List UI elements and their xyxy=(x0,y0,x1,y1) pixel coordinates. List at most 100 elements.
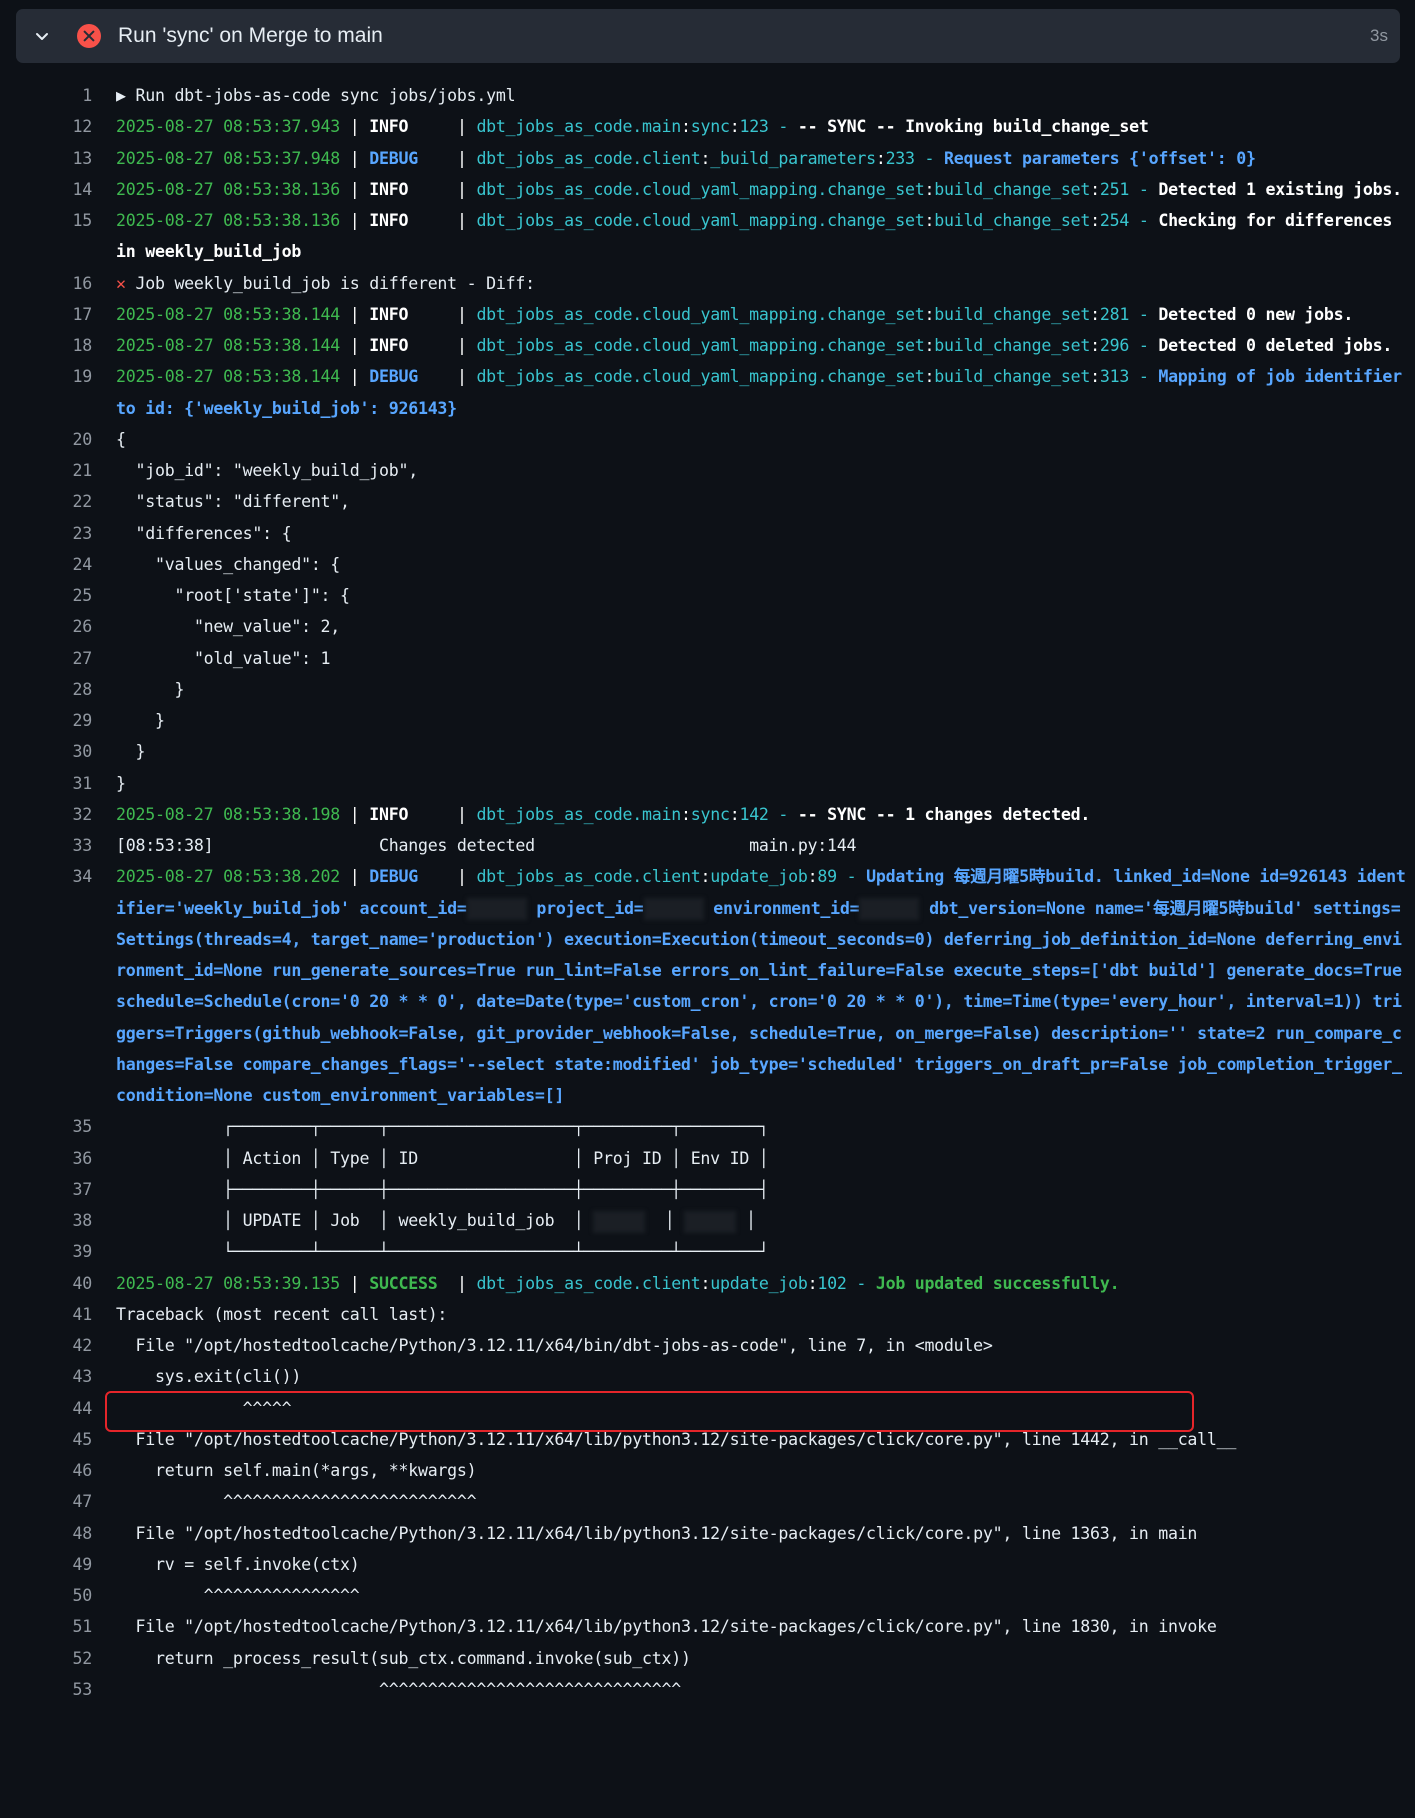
log-line-text: ^^^^^^^^^^^^^^^^^^^^^^^^^^ xyxy=(116,1486,1406,1517)
log-message: ┌────────┬──────┬───────────────────┬───… xyxy=(116,1117,769,1137)
log-level: DEBUG xyxy=(369,148,448,168)
log-separator: | xyxy=(340,117,370,137)
log-separator: | xyxy=(340,367,370,387)
chevron-down-icon[interactable] xyxy=(34,28,50,44)
log-separator: : xyxy=(700,867,711,887)
log-line: 53 ^^^^^^^^^^^^^^^^^^^^^^^^^^^^^^^ xyxy=(0,1674,1415,1705)
line-number[interactable]: 15 xyxy=(0,205,93,268)
line-number[interactable]: 37 xyxy=(0,1174,93,1205)
line-number[interactable]: 49 xyxy=(0,1549,93,1580)
log-line: 1 ▶ Run dbt-jobs-as-code sync jobs/jobs.y… xyxy=(0,80,1415,111)
log-line-text: return self.main(*args, **kwargs) xyxy=(116,1455,1406,1486)
line-number[interactable]: 1 xyxy=(0,80,92,111)
table-border: │ xyxy=(645,1211,685,1230)
line-number[interactable]: 27 xyxy=(0,643,93,674)
log-separator: | xyxy=(447,1273,477,1293)
line-number[interactable]: 38 xyxy=(0,1205,93,1236)
log-module: dbt_jobs_as_code.client xyxy=(476,1273,701,1293)
log-timestamp: 2025-08-27 08:53:38.202 xyxy=(116,867,341,887)
step-header[interactable]: Run 'sync' on Merge to main 3s xyxy=(16,9,1400,63)
log-line: 12 2025-08-27 08:53:37.943 | INFO | dbt_j… xyxy=(0,111,1415,142)
log-lineno: 89 xyxy=(817,867,837,887)
table-cell-id: weekly_build_job xyxy=(398,1211,555,1230)
log-message: "values_changed": { xyxy=(116,554,341,574)
log-timestamp: 2025-08-27 08:53:38.144 xyxy=(116,336,341,355)
line-number[interactable]: 47 xyxy=(0,1486,93,1517)
line-number[interactable]: 23 xyxy=(0,518,93,549)
line-number[interactable]: 32 xyxy=(0,799,93,830)
line-number[interactable]: 52 xyxy=(0,1643,93,1674)
line-number[interactable]: 42 xyxy=(0,1330,93,1361)
table-border: │ xyxy=(301,1211,331,1230)
redacted-value xyxy=(466,898,527,920)
line-number[interactable]: 31 xyxy=(0,768,93,799)
line-number[interactable]: 24 xyxy=(0,549,93,580)
line-number[interactable]: 53 xyxy=(0,1674,93,1705)
line-number[interactable]: 40 xyxy=(0,1268,93,1299)
line-number[interactable]: 17 xyxy=(0,299,93,330)
log-message: } xyxy=(116,679,185,699)
line-number[interactable]: 44 xyxy=(0,1393,93,1424)
line-number[interactable]: 25 xyxy=(0,580,93,611)
line-number[interactable]: 51 xyxy=(0,1611,93,1642)
line-number[interactable]: 14 xyxy=(0,174,93,205)
line-number[interactable]: 16 xyxy=(0,268,93,299)
line-number[interactable]: 19 xyxy=(0,361,93,424)
line-number[interactable]: 50 xyxy=(0,1580,93,1611)
line-number[interactable]: 20 xyxy=(0,424,93,455)
line-number[interactable]: 39 xyxy=(0,1236,93,1267)
log-line-text: } xyxy=(116,705,1406,736)
line-number[interactable]: 29 xyxy=(0,705,93,736)
line-number[interactable]: 13 xyxy=(0,143,93,174)
log-lineno: 233 xyxy=(885,148,915,168)
line-number[interactable]: 22 xyxy=(0,486,93,517)
line-number[interactable]: 28 xyxy=(0,674,93,705)
line-number[interactable]: 21 xyxy=(0,455,93,486)
line-number[interactable]: 35 xyxy=(0,1111,93,1142)
log-separator: | xyxy=(447,304,477,324)
line-number[interactable]: 46 xyxy=(0,1455,93,1486)
log-separator: | xyxy=(340,336,370,355)
log-timestamp: 2025-08-27 08:53:37.948 xyxy=(116,148,341,168)
line-number[interactable]: 34 xyxy=(0,861,93,1111)
log-message: File "/opt/hostedtoolcache/Python/3.12.1… xyxy=(116,1429,1237,1449)
log-lineno: 254 xyxy=(1099,211,1130,230)
log-line-text: "status": "different", xyxy=(116,486,1406,517)
log-separator: - xyxy=(768,804,798,824)
log-line: 40 2025-08-27 08:53:39.135 | SUCCESS | db… xyxy=(0,1268,1415,1299)
log-function: update_job xyxy=(710,867,808,887)
line-number[interactable]: 12 xyxy=(0,111,93,142)
log-line: 21 "job_id": "weekly_build_job", xyxy=(0,455,1415,486)
table-border: │ xyxy=(736,1211,756,1230)
log-separator: - xyxy=(914,148,945,168)
log-line-text: "values_changed": { xyxy=(116,549,1406,580)
line-number[interactable]: 30 xyxy=(0,736,93,767)
log-line: 46 return self.main(*args, **kwargs) xyxy=(0,1455,1415,1486)
log-separator: | xyxy=(447,117,477,137)
log-lineno: 251 xyxy=(1099,179,1130,199)
line-number[interactable]: 36 xyxy=(0,1143,93,1174)
line-number[interactable]: 43 xyxy=(0,1361,93,1392)
log-separator: : xyxy=(924,304,935,324)
log-line-text: } xyxy=(116,674,1406,705)
line-number[interactable]: 33 xyxy=(0,830,93,861)
log-separator: : xyxy=(729,804,740,824)
log-message: │ Action │ Type │ ID │ Proj ID │ Env ID … xyxy=(116,1148,769,1168)
line-number[interactable]: 48 xyxy=(0,1518,93,1549)
line-number[interactable]: 41 xyxy=(0,1299,93,1330)
log-level: INFO xyxy=(369,117,448,137)
log-line-text: } xyxy=(116,736,1406,767)
log-message: sys.exit(cli()) xyxy=(116,1367,302,1387)
line-number[interactable]: 26 xyxy=(0,611,93,642)
log-message: environment_id= xyxy=(703,898,860,918)
log-separator: | xyxy=(340,211,370,230)
log-line: 49 rv = self.invoke(ctx) xyxy=(0,1549,1415,1580)
line-number[interactable]: 45 xyxy=(0,1424,93,1455)
log-output: 1 ▶ Run dbt-jobs-as-code sync jobs/jobs.y… xyxy=(0,80,1415,1705)
log-separator: : xyxy=(680,804,691,824)
line-number[interactable]: 18 xyxy=(0,330,93,361)
log-line: 36 │ Action │ Type │ ID │ Proj ID │ Env … xyxy=(0,1143,1415,1174)
log-function: build_change_set xyxy=(934,211,1091,230)
log-line-text: └────────┴──────┴───────────────────┴───… xyxy=(116,1236,1406,1267)
log-timestamp: 2025-08-27 08:53:38.198 xyxy=(116,804,341,824)
